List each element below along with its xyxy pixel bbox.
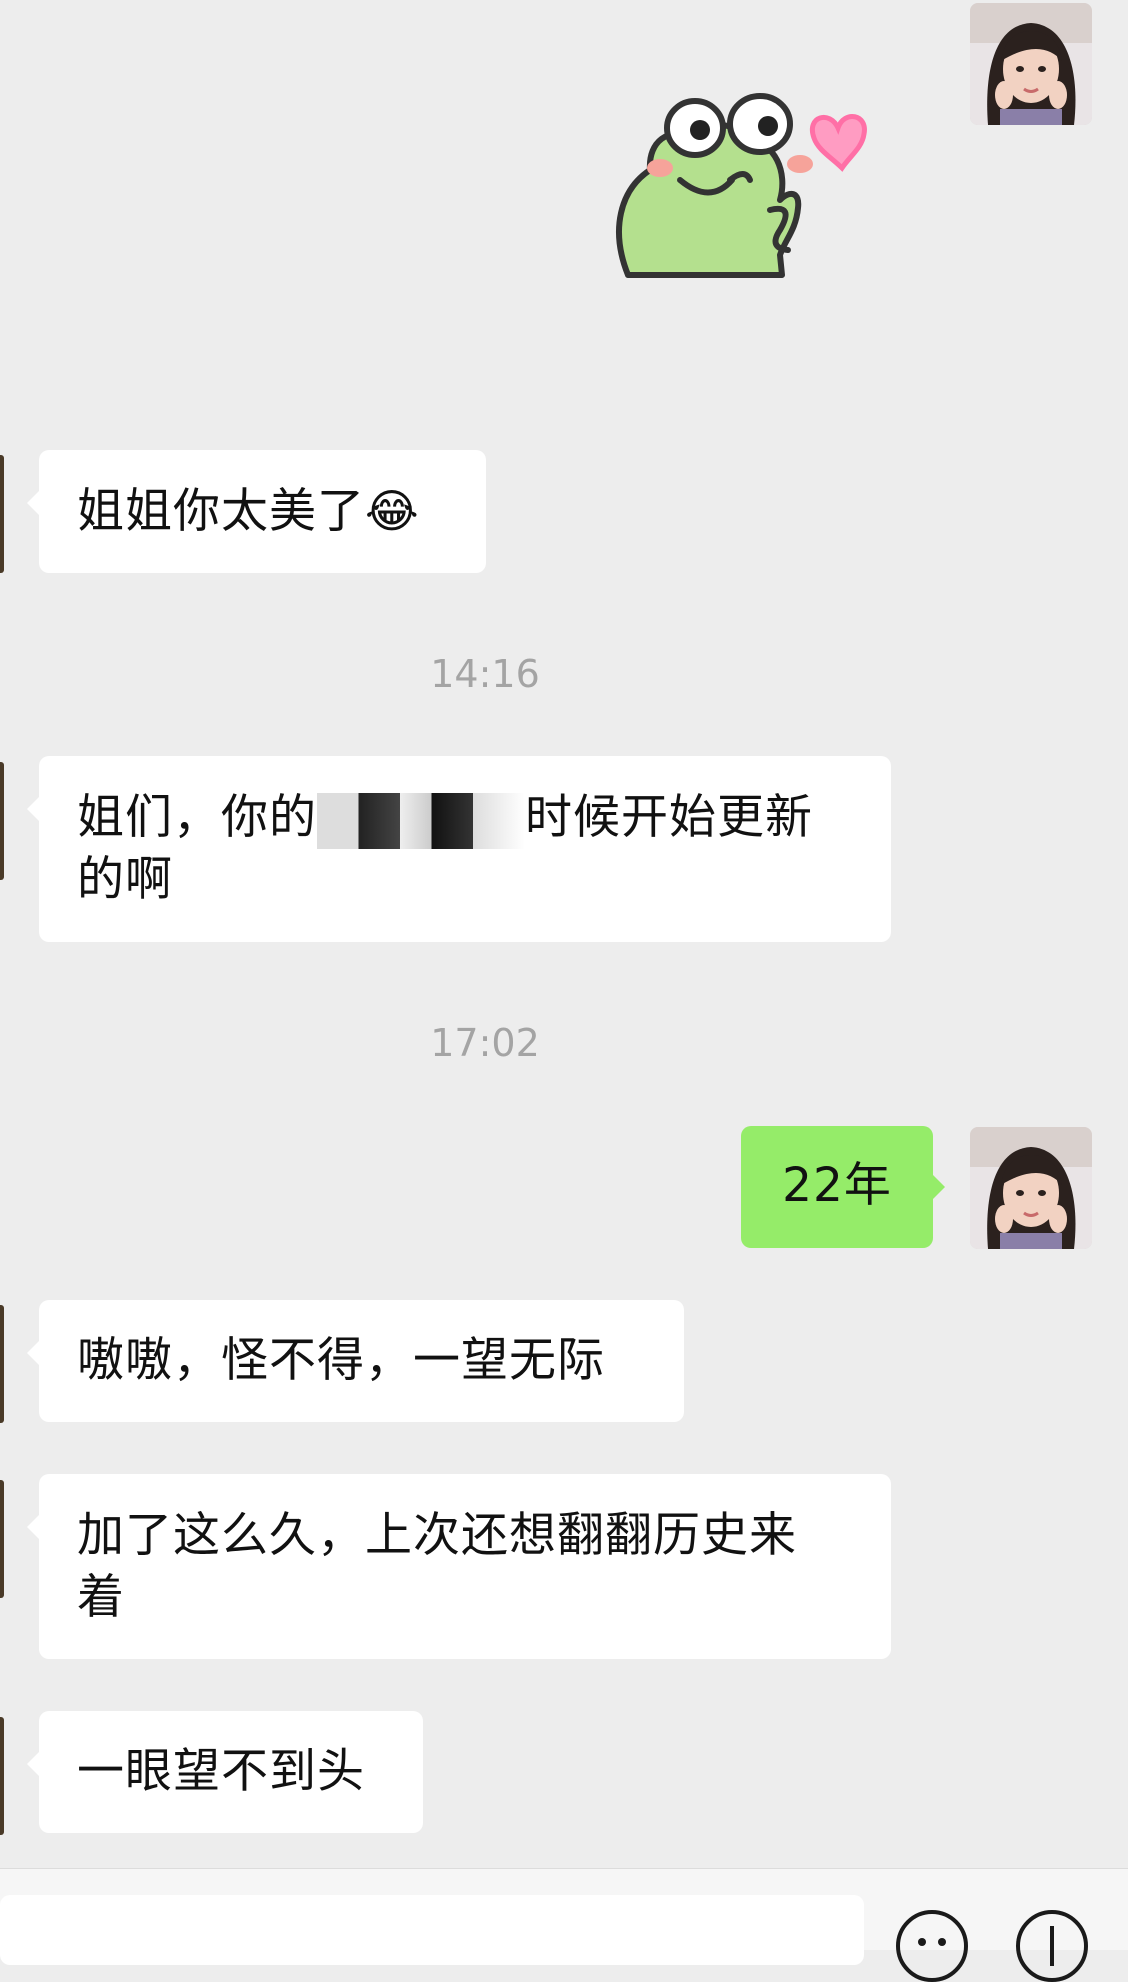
contact-avatar-edge[interactable] — [0, 455, 4, 573]
message-bubble-incoming[interactable]: 嗷嗷，怪不得，一望无际 — [27, 1300, 684, 1422]
message-text-line1: 姐们，你的 时候开始更新 — [77, 787, 853, 849]
message-bubble-outgoing[interactable]: 22年 — [741, 1126, 945, 1248]
message-input[interactable] — [0, 1895, 864, 1965]
contact-avatar-edge[interactable] — [0, 1480, 4, 1598]
contact-avatar-edge[interactable] — [0, 1717, 4, 1835]
message-text-line2: 的啊 — [77, 852, 173, 907]
message-text: 姐姐你太美了😂 — [77, 484, 420, 539]
timestamp: 14:16 — [430, 652, 540, 696]
message-text: 22年 — [782, 1158, 892, 1213]
message-bubble-incoming[interactable]: 姐们，你的 时候开始更新 的啊 — [27, 756, 891, 942]
contact-avatar-edge[interactable] — [0, 762, 4, 880]
self-avatar[interactable] — [970, 3, 1092, 125]
emoji-button[interactable] — [896, 1910, 968, 1982]
avatar-portrait-icon — [970, 1127, 1092, 1249]
smiley-face-icon — [918, 1938, 946, 1946]
input-bar — [0, 1868, 1128, 1982]
message-text: 嗷嗷，怪不得，一望无际 — [77, 1333, 605, 1388]
timestamp: 17:02 — [430, 1021, 540, 1065]
plus-icon — [1050, 1926, 1054, 1966]
avatar-portrait-icon — [970, 3, 1092, 125]
contact-avatar-edge[interactable] — [0, 1305, 4, 1423]
message-bubble-incoming[interactable]: 一眼望不到头 — [27, 1711, 423, 1833]
message-text-line1: 加了这么久，上次还想翻翻历史来 — [77, 1508, 797, 1563]
message-text: 一眼望不到头 — [77, 1744, 365, 1799]
message-text-line2: 着 — [77, 1570, 125, 1625]
message-bubble-incoming[interactable]: 姐姐你太美了😂 — [27, 450, 486, 573]
redacted-censor-block — [317, 792, 525, 849]
self-avatar[interactable] — [970, 1127, 1092, 1249]
frog-heart-sticker-icon — [616, 93, 867, 278]
more-button[interactable] — [1016, 1910, 1088, 1982]
laughing-emoji: 😂 — [365, 484, 420, 538]
message-bubble-incoming[interactable]: 加了这么久，上次还想翻翻历史来 着 — [27, 1474, 891, 1659]
sticker-message[interactable] — [610, 80, 890, 280]
